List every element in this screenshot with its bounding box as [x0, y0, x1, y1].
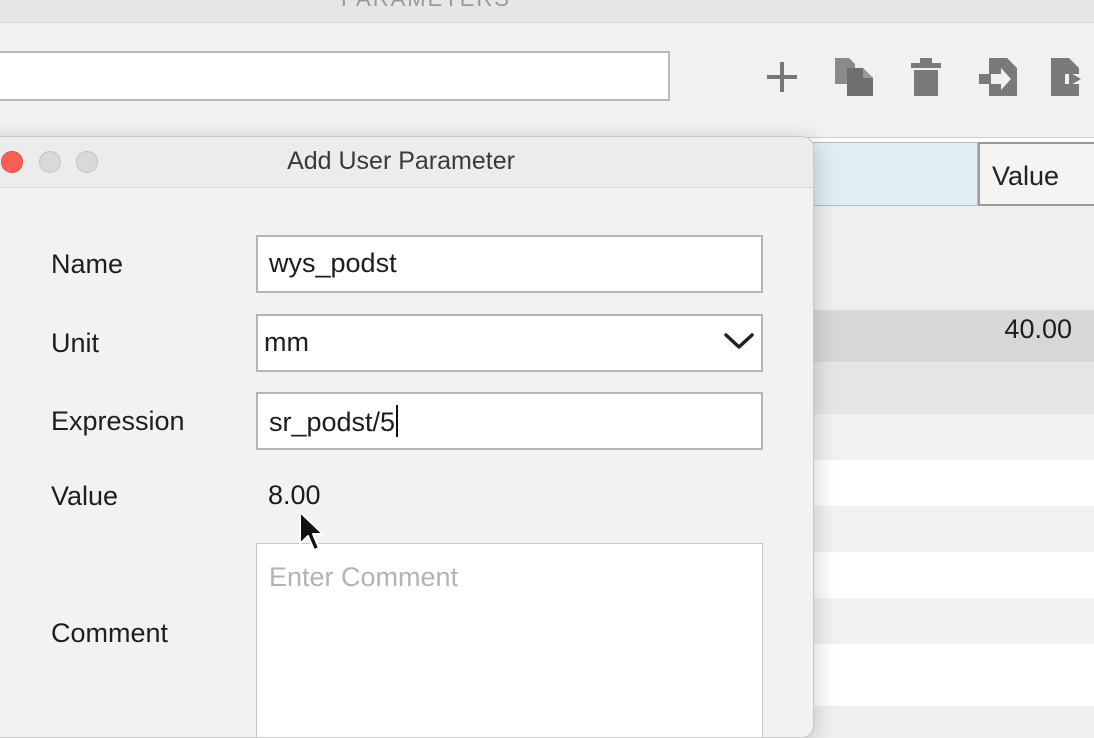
chevron-down-icon	[724, 333, 754, 349]
expression-field-content: sr_podst/5	[269, 405, 399, 438]
comment-label: Comment	[51, 618, 169, 648]
add-user-parameter-dialog: Add User Parameter Name wys_podst Unit m…	[0, 136, 814, 738]
parameters-table: Value 40.00	[800, 138, 1094, 706]
table-row[interactable]	[800, 506, 1094, 552]
text-caret	[396, 405, 399, 437]
expression-label: Expression	[51, 406, 185, 436]
table-row-selected[interactable]: 40.00	[800, 310, 1094, 362]
expression-field[interactable]: sr_podst/5	[256, 392, 763, 450]
delete-icon[interactable]	[904, 55, 948, 99]
import-icon[interactable]	[976, 55, 1020, 99]
window-title: PARAMETERS	[0, 0, 852, 12]
unit-label: Unit	[51, 328, 100, 358]
comment-textarea[interactable]: Enter Comment	[256, 543, 763, 737]
table-row[interactable]	[800, 206, 1094, 310]
name-field[interactable]: wys_podst	[256, 235, 763, 293]
row-value: 40.00	[1004, 314, 1072, 344]
add-icon[interactable]	[760, 55, 804, 99]
value-display: 8.00	[268, 480, 321, 510]
export-icon[interactable]	[1046, 55, 1090, 99]
table-row[interactable]	[800, 598, 1094, 644]
table-row[interactable]	[800, 552, 1094, 598]
window-titlebar: PARAMETERS	[0, 0, 1094, 23]
dialog-titlebar: Add User Parameter	[0, 137, 813, 188]
dialog-title: Add User Parameter	[287, 147, 515, 175]
column-header[interactable]	[800, 142, 978, 206]
name-label: Name	[51, 249, 124, 279]
value-label: Value	[51, 481, 119, 511]
table-row[interactable]	[800, 414, 1094, 460]
table-row[interactable]	[800, 460, 1094, 506]
unit-select[interactable]: mm	[256, 314, 763, 372]
mouse-cursor-icon	[299, 511, 324, 551]
table-row[interactable]	[800, 644, 1094, 706]
copy-icon[interactable]	[832, 55, 876, 99]
toolbar	[0, 23, 1094, 138]
search-input[interactable]	[0, 51, 670, 101]
column-header-value[interactable]: Value	[978, 142, 1094, 206]
comment-placeholder: Enter Comment	[269, 562, 459, 592]
table-row[interactable]	[800, 362, 1094, 414]
name-field-value: wys_podst	[269, 248, 397, 278]
expression-field-value: sr_podst/5	[269, 407, 396, 437]
unit-select-value: mm	[264, 327, 309, 357]
